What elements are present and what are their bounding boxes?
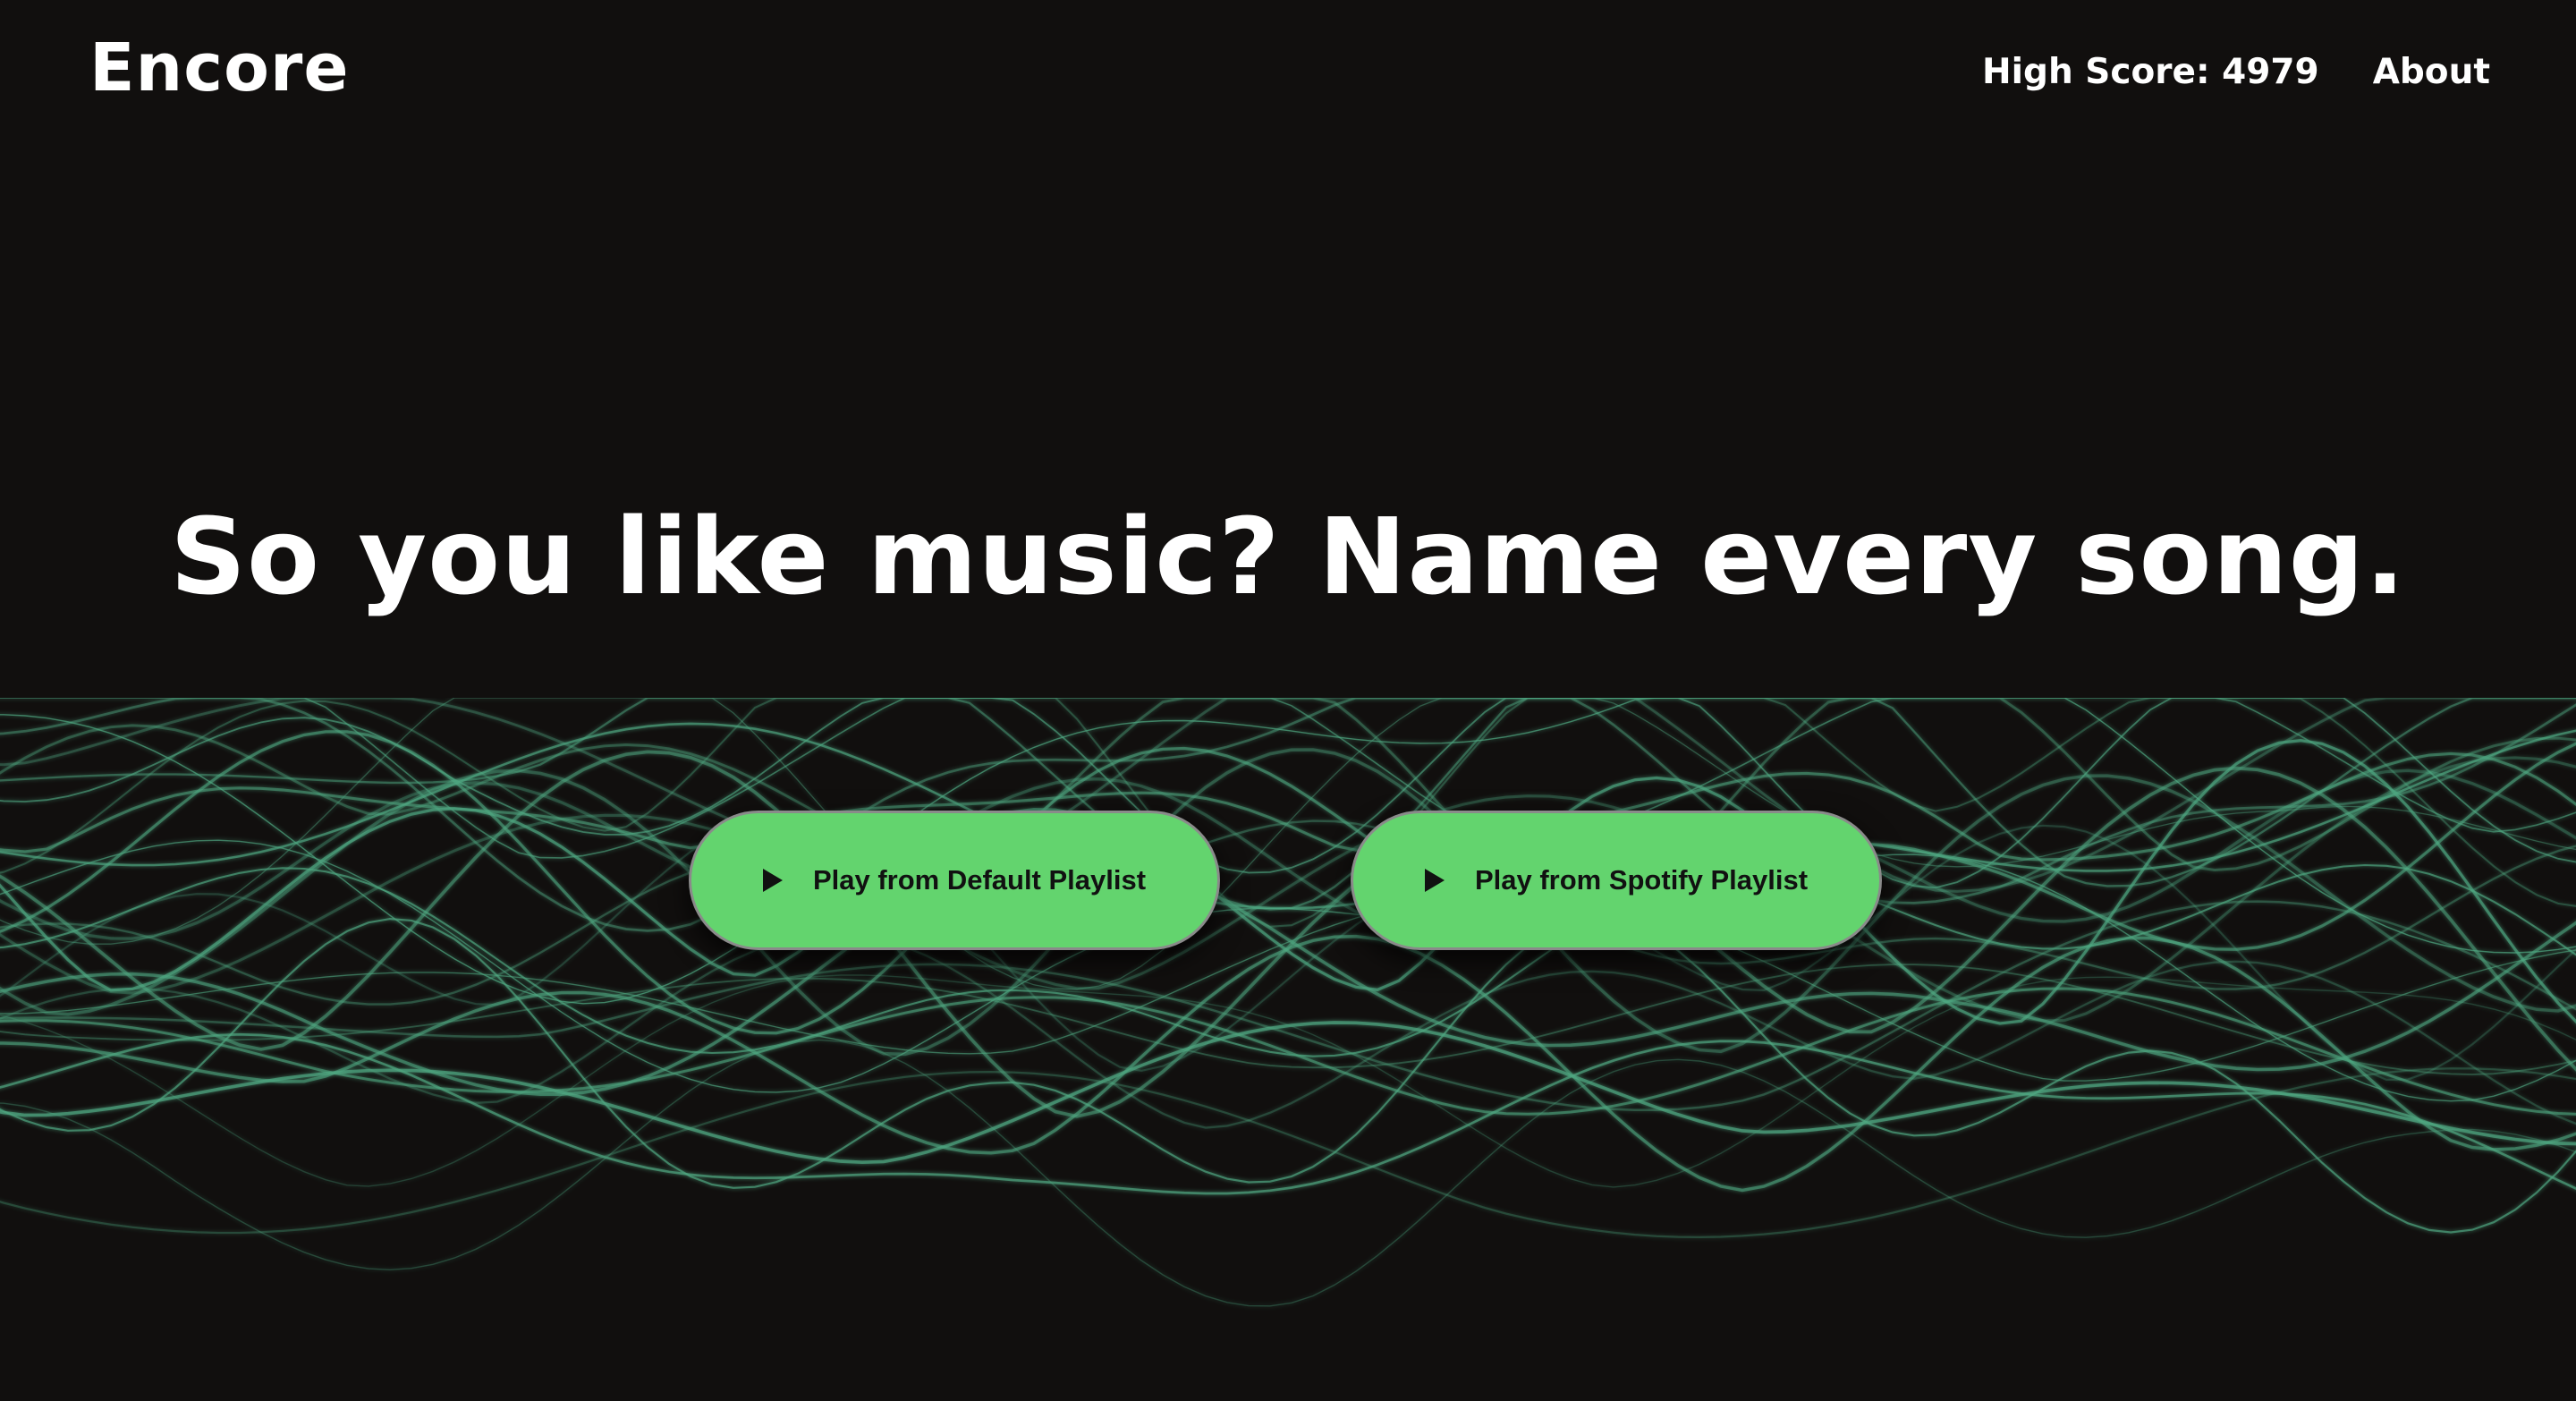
- sound-wave-line: [0, 1067, 2576, 1239]
- top-nav: High Score: 4979 About: [1982, 52, 2490, 94]
- high-score-link[interactable]: High Score: 4979: [1982, 52, 2319, 94]
- sound-wave-line: [0, 916, 2576, 1234]
- sound-wave-line: [0, 932, 2576, 1129]
- play-default-playlist-button[interactable]: Play from Default Playlist: [689, 811, 1220, 950]
- encore-logo[interactable]: Encore: [89, 31, 350, 105]
- play-default-playlist-label: Play from Default Playlist: [812, 864, 1147, 896]
- sound-wave-line: [0, 863, 2576, 1057]
- sound-wave-line: [0, 934, 2576, 1193]
- landing-page: Encore High Score: 4979 About So you lik…: [0, 0, 2576, 1401]
- sound-wave-background: [0, 698, 2576, 1307]
- play-icon: [762, 869, 783, 892]
- play-spotify-playlist-button[interactable]: Play from Spotify Playlist: [1351, 811, 1882, 950]
- hero-title: So you like music? Name every song.: [170, 495, 2406, 618]
- top-header: Encore High Score: 4979 About: [0, 0, 2576, 152]
- about-link[interactable]: About: [2373, 52, 2490, 94]
- sound-wave-line: [0, 1039, 2576, 1307]
- play-icon: [1424, 869, 1445, 892]
- play-spotify-playlist-label: Play from Spotify Playlist: [1474, 864, 1809, 896]
- sound-wave-line: [0, 1021, 2576, 1165]
